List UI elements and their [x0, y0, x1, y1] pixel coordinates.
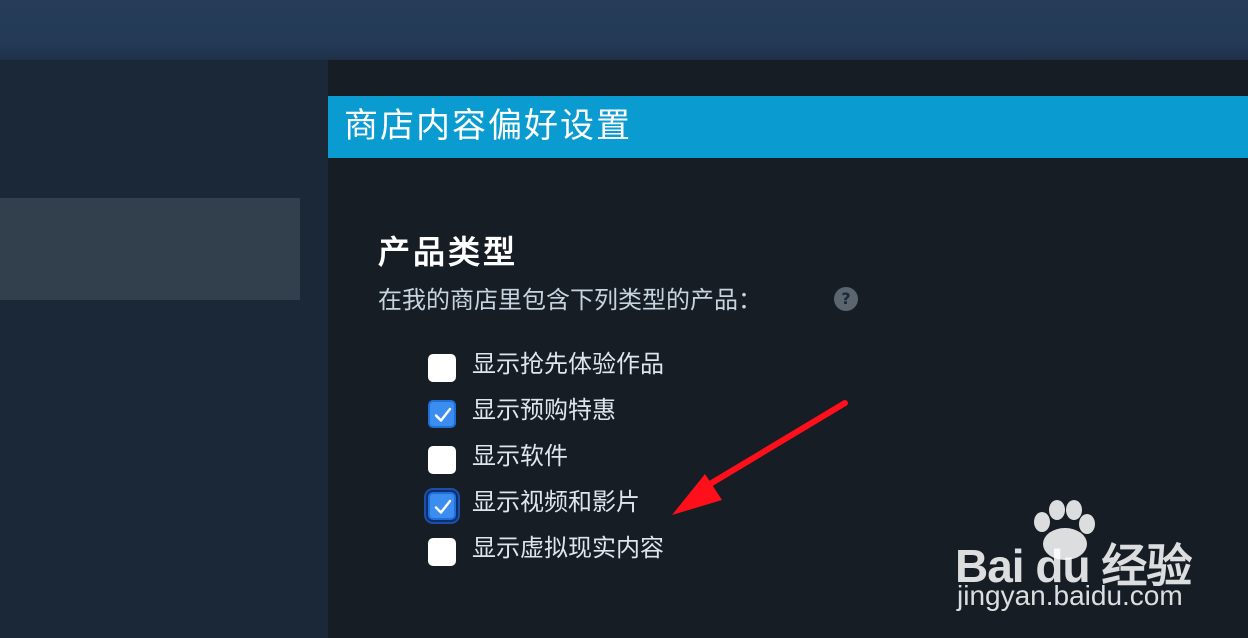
- watermark-url: jingyan.baidu.com: [957, 580, 1183, 611]
- baidu-watermark: Bai du 经验 jingyan.baidu.com: [955, 500, 1195, 620]
- steam-preferences-window: 商店内容偏好设置 产品类型 在我的商店里包含下列类型的产品： ? 显示抢先体验作…: [0, 0, 1248, 638]
